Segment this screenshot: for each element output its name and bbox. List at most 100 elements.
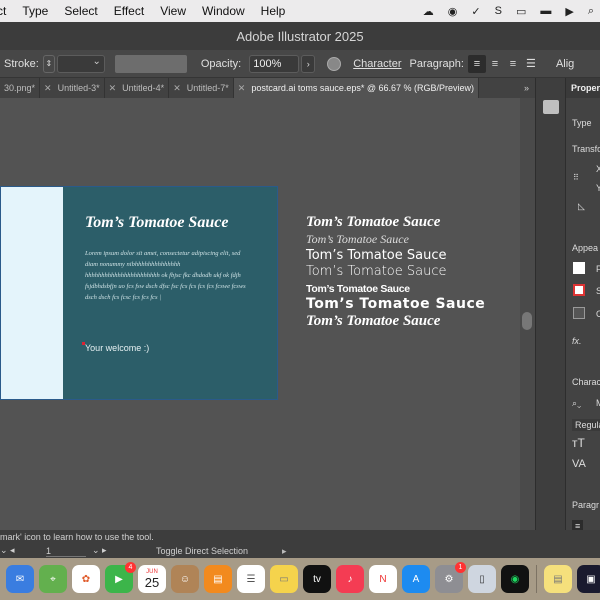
toggle-direct-selection[interactable]: Toggle Direct Selection: [156, 545, 248, 557]
mail-icon[interactable]: ✉: [6, 565, 34, 593]
system-settings-icon[interactable]: ⚙ 1: [435, 562, 466, 593]
font-size-icon[interactable]: тT: [572, 436, 585, 450]
creative-cloud-icon[interactable]: ☁: [423, 5, 434, 18]
tabs-overflow-icon[interactable]: »: [524, 78, 529, 98]
window-icon[interactable]: ▭: [516, 5, 526, 18]
battery-icon[interactable]: ▬: [540, 5, 551, 17]
font-style-field[interactable]: Regula: [572, 419, 600, 431]
dock-separator: [536, 565, 537, 593]
news-icon[interactable]: N: [369, 565, 397, 593]
recolor-globe-icon[interactable]: [327, 56, 342, 71]
tab-postcard[interactable]: ✕ postcard.ai toms sauce.eps* @ 66.67 % (…: [233, 78, 480, 98]
tab-untitled-4[interactable]: ✕ Untitled-4*: [105, 78, 170, 98]
tab-untitled-7[interactable]: ✕ Untitled-7*: [169, 78, 234, 98]
artboard-postcard[interactable]: Tom’s Tomatoe Sauce Lorem ipsum dolor si…: [0, 186, 278, 400]
artboard-next-icon[interactable]: ⌄ ▸: [92, 545, 107, 556]
checkmark-circle-icon[interactable]: ✓: [471, 5, 480, 18]
skype-icon[interactable]: S: [495, 5, 502, 17]
paragraph-label: Paragraph:: [409, 57, 464, 70]
mac-menubar: ct Type Select Effect View Window Help ☁…: [0, 0, 600, 22]
properties-panel: Propert Type Transfo X ⠿ Y ◺ Appea F S O…: [565, 78, 600, 532]
close-icon[interactable]: ✕: [173, 83, 181, 94]
tab-30-png[interactable]: 30.png*: [0, 78, 41, 98]
artboard-nav-arrows[interactable]: ⌄ ◂: [0, 545, 15, 556]
control-bar: Stroke: ⇕ Opacity: 100% › Character Para…: [0, 50, 600, 78]
reminders-icon[interactable]: ☰: [237, 565, 265, 593]
close-icon[interactable]: ✕: [44, 83, 52, 94]
align-justify-icon[interactable]: ☰: [522, 55, 540, 73]
opacity-input[interactable]: 100%: [249, 54, 300, 73]
align-right-icon[interactable]: ≡: [504, 55, 522, 73]
status-menu-arrow-icon[interactable]: ▸: [282, 545, 287, 557]
search-icon[interactable]: ⌕: [588, 5, 594, 18]
variant-text-6[interactable]: Tom’s Tomatoe Sauce: [306, 296, 485, 312]
status-hint-text: mark' icon to learn how to use the tool.: [0, 532, 154, 542]
comment-icon[interactable]: [543, 100, 559, 114]
music-icon[interactable]: ♪: [336, 565, 364, 593]
menu-view[interactable]: View: [152, 4, 194, 18]
reference-point-icon[interactable]: ⠿: [573, 173, 579, 182]
contacts-icon[interactable]: ☺: [171, 565, 199, 593]
variant-text-7[interactable]: Tom’s Tomatoe Sauce: [306, 313, 485, 330]
tab-untitled-3[interactable]: ✕ Untitled-3*: [40, 78, 105, 98]
tab-label: Untitled-7*: [186, 83, 229, 93]
shear-icon[interactable]: ◺: [578, 201, 585, 212]
stickies-icon[interactable]: ▤: [544, 565, 572, 593]
apple-tv-icon[interactable]: tv: [303, 565, 331, 593]
preview-icon[interactable]: ▣: [577, 565, 600, 593]
mac-dock: ✉ ⌖ ✿ ▶ 4 JUN 25 ☺ ▤ ☰ ▭ tv ♪ N A ⚙ 1 ▯ ◉ ▤…: [0, 558, 600, 600]
menu-help[interactable]: Help: [253, 4, 294, 18]
vertical-scale-icon[interactable]: VA: [572, 458, 586, 470]
facetime-icon[interactable]: ▶ 4: [105, 562, 136, 593]
canvas-vertical-scrollbar[interactable]: [520, 98, 535, 530]
tab-label: Untitled-4*: [122, 83, 165, 93]
window-titlebar: Adobe Illustrator 2025: [0, 22, 600, 50]
menu-select-partial[interactable]: ct: [0, 4, 14, 18]
canvas[interactable]: Tom’s Tomatoe Sauce Lorem ipsum dolor si…: [0, 98, 520, 530]
align-left-icon[interactable]: ≡: [467, 54, 486, 73]
calendar-icon[interactable]: JUN 25: [138, 565, 166, 593]
tab-label: Untitled-3*: [57, 83, 100, 93]
variant-text-4[interactable]: Tom’s Tomatoe Sauce: [306, 264, 485, 279]
menu-window[interactable]: Window: [194, 4, 253, 18]
scrollbar-thumb[interactable]: [522, 312, 532, 330]
variant-text-1[interactable]: Tom’s Tomatoe Sauce: [306, 214, 485, 231]
stroke-profile-swatch[interactable]: [114, 54, 187, 73]
opacity-arrow-button[interactable]: ›: [301, 54, 316, 73]
books-icon[interactable]: ▤: [204, 565, 232, 593]
properties-header[interactable]: Propert: [566, 78, 600, 98]
fill-label: F: [596, 264, 600, 274]
font-search-icon[interactable]: ⌕⌄: [572, 398, 581, 409]
transform-label: Transfo: [572, 144, 600, 154]
iphone-mirroring-icon[interactable]: ▯: [468, 565, 496, 593]
character-link[interactable]: Character: [353, 58, 401, 70]
app-store-icon[interactable]: A: [402, 565, 430, 593]
photos-icon[interactable]: ✿: [72, 565, 100, 593]
variant-text-2[interactable]: Tom’s Tomatoe Sauce: [306, 232, 485, 247]
menu-effect[interactable]: Effect: [106, 4, 152, 18]
spotify-icon[interactable]: ◉: [501, 565, 529, 593]
artboard-number-field[interactable]: 1: [46, 545, 86, 557]
maps-icon[interactable]: ⌖: [39, 565, 67, 593]
notes-icon[interactable]: ▭: [270, 565, 298, 593]
artboard-welcome-text[interactable]: Your welcome :): [81, 342, 149, 353]
opacity-icon[interactable]: [573, 307, 585, 319]
close-icon[interactable]: ✕: [109, 83, 117, 94]
stroke-swatch[interactable]: [573, 284, 585, 296]
font-family-field[interactable]: M: [596, 398, 600, 408]
menu-type[interactable]: Type: [14, 4, 56, 18]
play-icon[interactable]: ▶: [565, 5, 573, 18]
artboard-title-text[interactable]: Tom’s Tomatoe Sauce: [85, 214, 228, 232]
fill-swatch[interactable]: [573, 262, 585, 274]
window-title: Adobe Illustrator 2025: [236, 28, 364, 44]
menu-select[interactable]: Select: [56, 4, 105, 18]
artboard-body-text[interactable]: Lorem ipsum dolor sit amet, consectetur …: [85, 248, 253, 303]
stroke-weight-dropdown[interactable]: [56, 54, 105, 73]
wifi-icon[interactable]: ◉: [448, 5, 458, 18]
close-icon[interactable]: ✕: [238, 83, 246, 94]
fx-icon[interactable]: fx.: [572, 336, 582, 346]
stroke-stepper[interactable]: ⇕: [42, 54, 55, 73]
variant-text-5[interactable]: Tom’s Tomatoe Sauce: [306, 283, 485, 295]
variant-text-3[interactable]: Tom’s Tomatoe Sauce: [306, 248, 485, 263]
align-center-icon[interactable]: ≡: [486, 55, 504, 73]
